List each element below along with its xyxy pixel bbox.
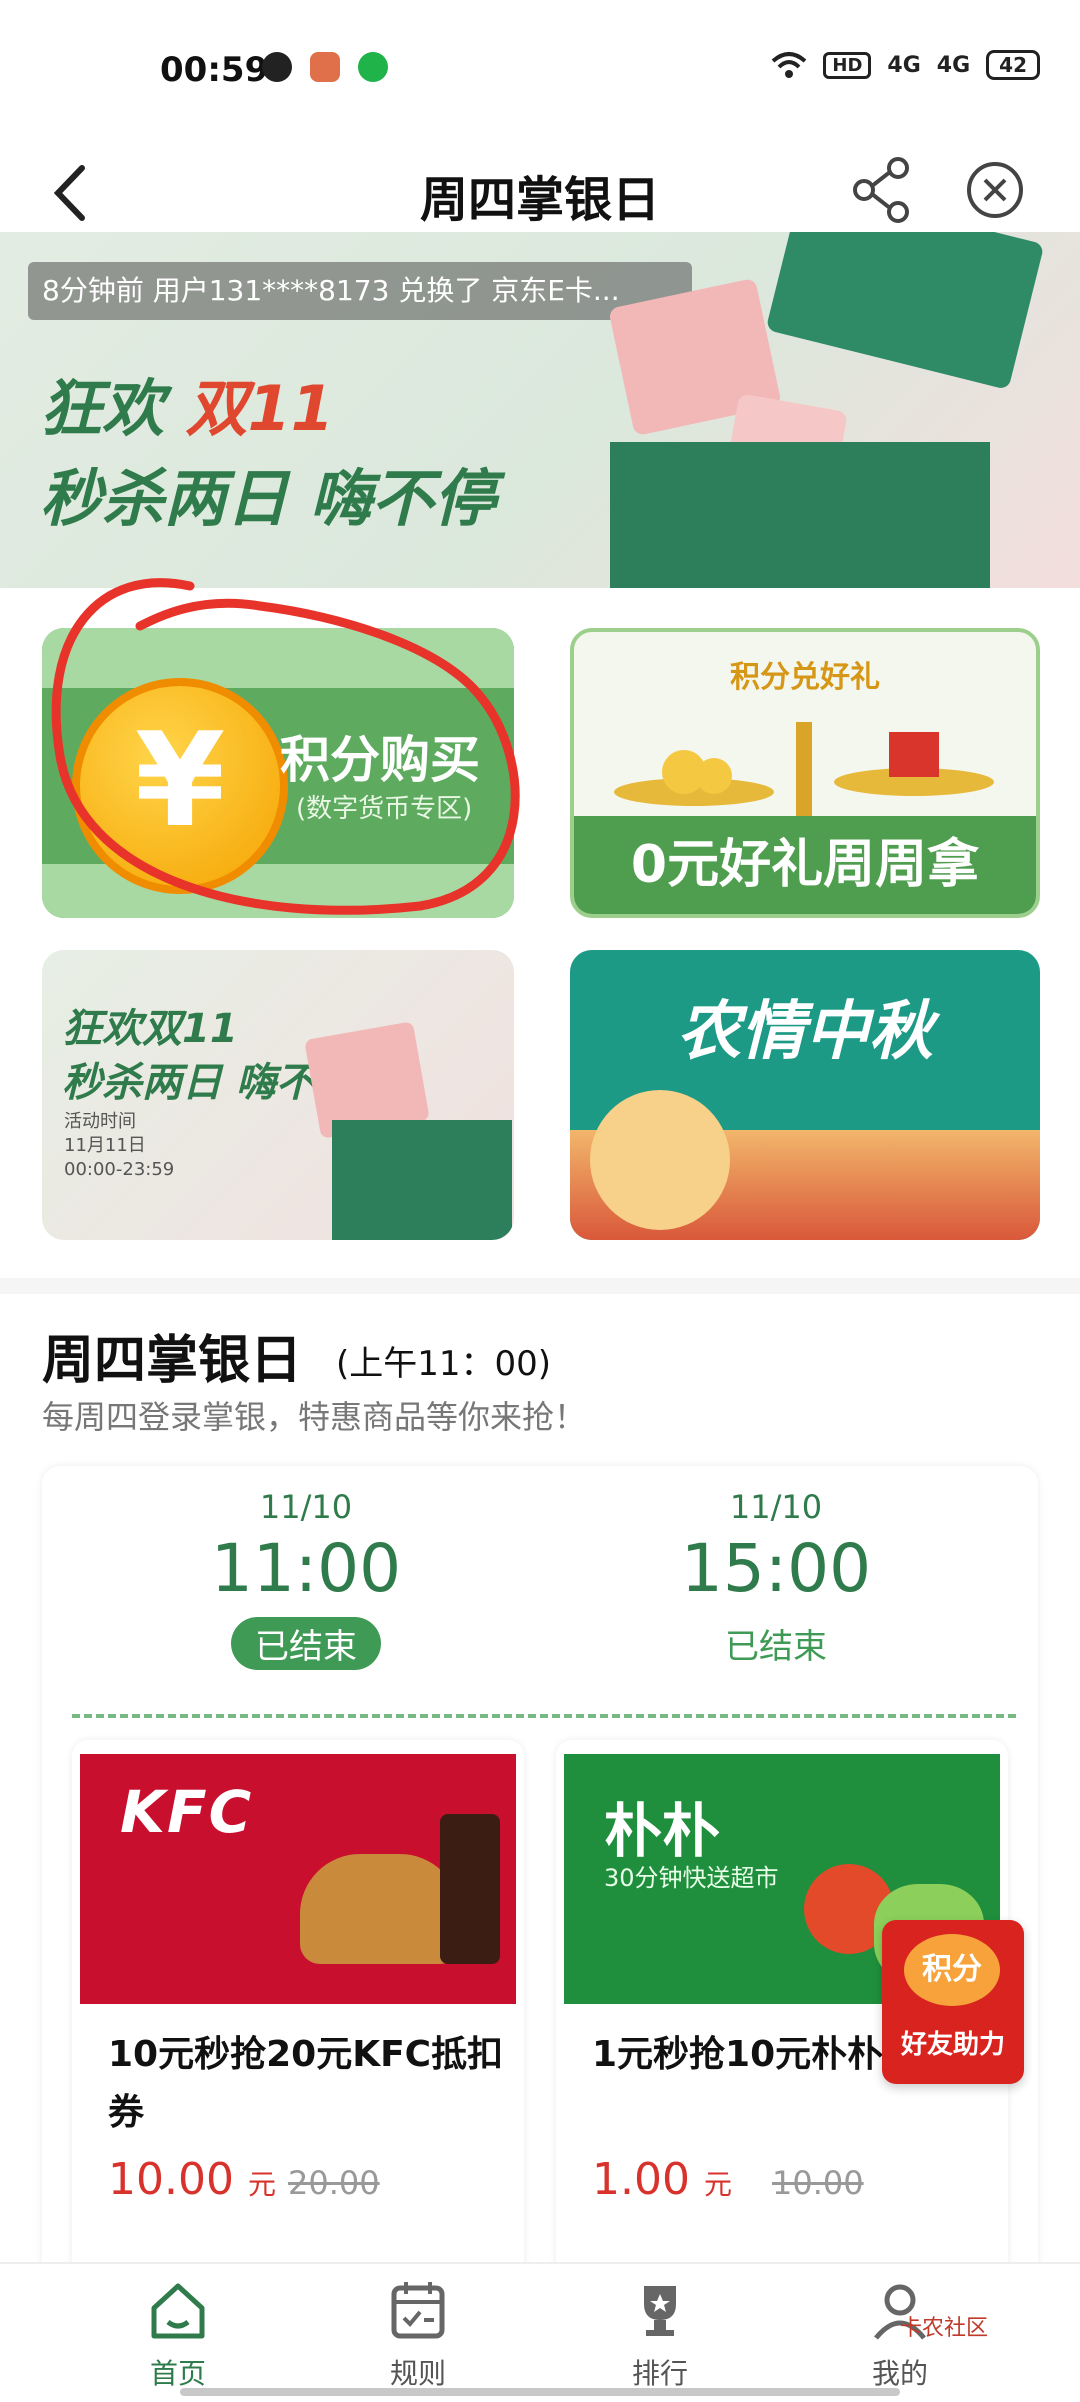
home-icon — [151, 2283, 205, 2339]
wechat-icon — [262, 52, 292, 82]
message-icon — [358, 52, 388, 82]
slot-status-badge: 已结束 — [725, 1627, 827, 1667]
price-value: 10.00 — [108, 2154, 234, 2205]
points-gift-card[interactable]: 积分兑好礼 0元好礼周周拿 — [570, 628, 1040, 918]
nav-item-home[interactable]: 首页 — [98, 2278, 258, 2392]
nav-item-rules[interactable]: 规则 — [338, 2278, 498, 2392]
promo-time-text: 活动时间 11月11日 00:00-23:59 — [64, 1111, 175, 1180]
friend-help-label: 好友助力 — [900, 2030, 1005, 2060]
product-card-kfc[interactable]: KFC 10元秒抢20元KFC抵扣券 10.00 元 20.00 — [72, 1740, 524, 2280]
kfc-logo: KFC — [120, 1778, 254, 1846]
burger-image — [300, 1854, 460, 1964]
nav-item-ranking[interactable]: 排行 — [580, 2278, 740, 2392]
signal-4g-2: 4G — [936, 52, 971, 78]
status-indicators: HD 4G 4G 42 — [771, 50, 1040, 80]
pupu-logo: 朴朴 — [604, 1797, 721, 1865]
exchange-ticker: 8分钟前 用户131****8173 兑换了 京东E卡... — [28, 262, 692, 320]
points-gift-top-label: 积分兑好礼 — [730, 660, 880, 695]
product-price: 1.00 元 — [592, 2154, 732, 2205]
points-coin-icon: 积分 — [904, 1934, 1000, 2006]
gift-box-base-image — [332, 1120, 512, 1240]
mid-autumn-title: 农情中秋 — [677, 995, 933, 1069]
hd-badge: HD — [823, 51, 872, 79]
product-price: 10.00 元 — [108, 2154, 276, 2205]
product-original-price: 10.00 — [772, 2164, 864, 2202]
nav-label: 规则 — [389, 2357, 446, 2390]
moon-image — [590, 1090, 730, 1230]
price-unit: 元 — [703, 2168, 732, 2201]
hero-headline-b: 双11 — [185, 372, 334, 445]
status-bar: 00:59 HD 4G 4G 42 — [0, 0, 1080, 140]
section-description: 每周四登录掌银，特惠商品等你来抢！ — [42, 1398, 587, 1436]
trophy-icon — [644, 2286, 676, 2336]
watermark-text: 卡农社区 — [900, 2316, 989, 2341]
slot-time: 15:00 — [680, 1530, 872, 1607]
nav-label: 排行 — [631, 2357, 688, 2390]
dashed-separator — [72, 1714, 1016, 1718]
share-icon[interactable] — [846, 150, 916, 230]
red-circle-annotation — [51, 578, 520, 915]
page-title: 周四掌银日 — [419, 172, 660, 228]
time-slot-1[interactable]: 11/10 11:00 已结束 — [156, 1488, 456, 1670]
calendar-checklist-icon — [391, 2282, 445, 2339]
slot-status-badge: 已结束 — [231, 1617, 381, 1670]
nav-label: 我的 — [871, 2357, 928, 2390]
pupu-slogan: 30分钟快送超市 — [604, 1864, 779, 1892]
hero-subline: 秒杀两日 嗨不停 — [40, 462, 496, 535]
slot-date: 11/10 — [259, 1488, 353, 1526]
close-icon[interactable] — [960, 150, 1030, 230]
hero-headline: 狂欢 双11 — [40, 358, 334, 448]
section-title: 周四掌银日 — [42, 1331, 303, 1391]
kfc-product-image: KFC — [80, 1754, 516, 2004]
product-original-price: 20.00 — [288, 2164, 380, 2202]
time-slot-2[interactable]: 11/10 15:00 已结束 — [626, 1488, 926, 1670]
gift-lid-image — [765, 232, 1045, 391]
promo-headline: 狂欢双11 — [62, 1006, 238, 1052]
price-unit: 元 — [247, 2168, 276, 2201]
battery-icon: 42 — [986, 50, 1040, 80]
double11-promo-card[interactable]: 狂欢双11 秒杀两日 嗨不停 活动时间 11月11日 00:00-23:59 — [42, 950, 514, 1240]
signal-4g-1: 4G — [887, 52, 921, 78]
section-divider — [0, 1278, 1080, 1294]
scale-icon — [614, 722, 994, 822]
wifi-icon — [772, 52, 807, 78]
status-app-icons — [262, 52, 388, 82]
friend-help-button[interactable]: 积分 好友助力 — [882, 1920, 1024, 2084]
mid-autumn-card[interactable]: 农情中秋 — [570, 950, 1040, 1240]
product-name: 10元秒抢20元KFC抵扣券 — [108, 2034, 504, 2133]
section-time: (上午11：00) — [336, 1344, 552, 1384]
gift-box-base-image — [610, 442, 990, 588]
hero-banner[interactable]: 8分钟前 用户131****8173 兑换了 京东E卡... 狂欢 双11 秒杀… — [0, 232, 1080, 588]
home-indicator[interactable] — [180, 2388, 900, 2396]
status-time: 00:59 — [160, 50, 269, 90]
app-icon — [310, 52, 340, 82]
slot-date: 11/10 — [729, 1488, 823, 1526]
hero-headline-a: 狂欢 — [40, 372, 165, 445]
cola-image — [440, 1814, 500, 1964]
slot-time: 11:00 — [210, 1530, 402, 1607]
nav-label: 首页 — [149, 2357, 206, 2390]
price-value: 1.00 — [592, 2154, 690, 2205]
points-gift-bottom-label: 0元好礼周周拿 — [574, 816, 1036, 914]
